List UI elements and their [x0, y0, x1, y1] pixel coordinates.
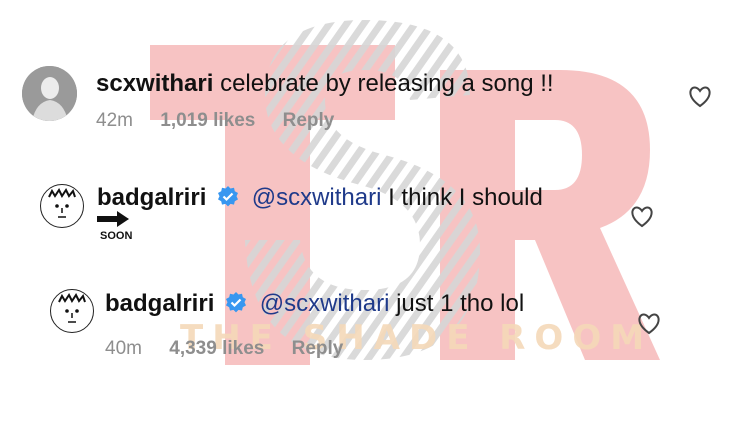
comment-text: I think I should	[388, 184, 543, 211]
comment-likes[interactable]: 4,339 likes	[169, 338, 264, 359]
verified-icon	[218, 186, 239, 207]
verified-icon	[226, 292, 247, 313]
arrow-right-icon	[97, 211, 129, 227]
heart-icon[interactable]	[637, 313, 661, 335]
comment-mention[interactable]: @scxwithari	[260, 290, 390, 317]
reply-button[interactable]: Reply	[283, 110, 335, 131]
comment-time: 42m	[96, 110, 133, 131]
avatar[interactable]	[22, 66, 77, 121]
avatar[interactable]	[40, 184, 84, 228]
comment-username[interactable]: badgalriri	[97, 184, 206, 211]
comment-username[interactable]: badgalriri	[105, 290, 214, 317]
reply-button[interactable]: Reply	[292, 338, 344, 359]
comment-mention[interactable]: @scxwithari	[252, 184, 382, 211]
soon-badge: SOON	[100, 230, 133, 242]
heart-icon[interactable]	[630, 206, 654, 228]
comment-text: just 1 tho lol	[396, 290, 525, 317]
avatar[interactable]	[50, 289, 94, 333]
comment-likes[interactable]: 1,019 likes	[160, 110, 255, 131]
comment-username[interactable]: scxwithari	[96, 70, 213, 97]
heart-icon[interactable]	[688, 86, 712, 108]
comment-text: celebrate by releasing a song !!	[220, 70, 554, 97]
comment-time: 40m	[105, 338, 142, 359]
